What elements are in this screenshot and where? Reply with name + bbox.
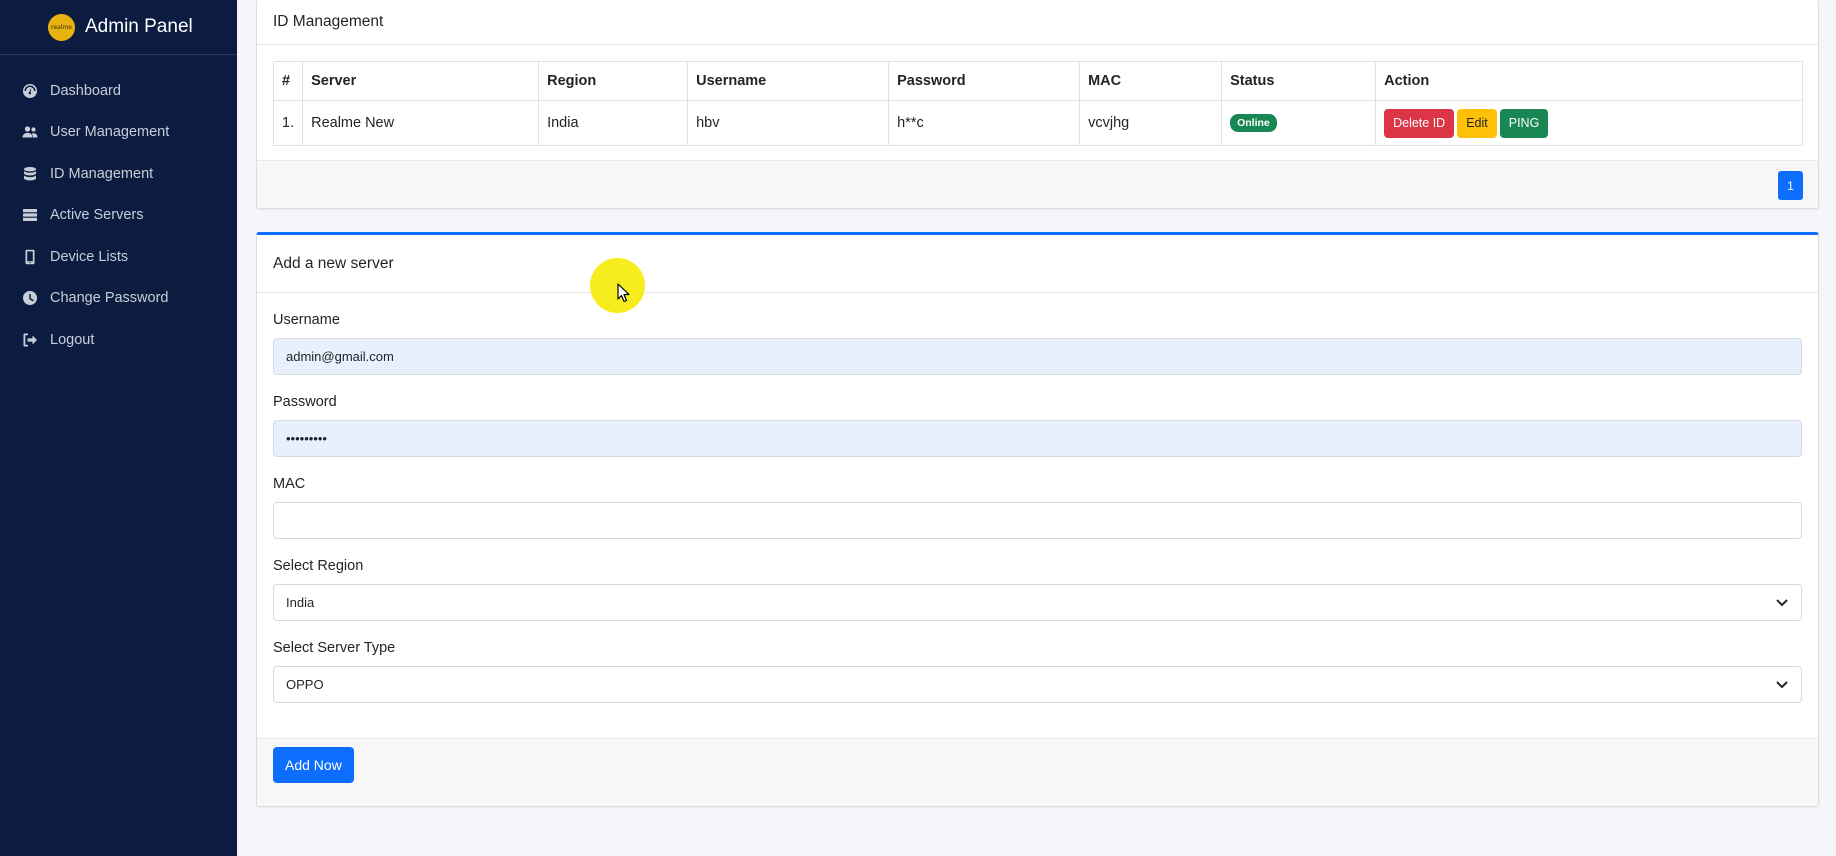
cell-status: Online [1221, 100, 1377, 146]
sidebar-item-label: Active Servers [50, 207, 144, 224]
sidebar-item-user-management[interactable]: User Management [0, 112, 237, 154]
server-type-select[interactable]: OPPO [273, 666, 1802, 703]
status-badge: Online [1230, 114, 1277, 132]
id-management-card: ID Management # Server Region Username P… [256, 0, 1819, 209]
server-icon [22, 207, 38, 223]
sidebar-item-label: Device Lists [50, 248, 129, 265]
username-input[interactable]: admin@gmail.com [273, 338, 1802, 375]
password-input[interactable]: ••••••••• [273, 420, 1802, 457]
sidebar-item-label: Change Password [50, 290, 169, 307]
pagination-page-1[interactable]: 1 [1778, 171, 1803, 200]
id-table-wrapper: # Server Region Username Password MAC St… [272, 61, 1803, 146]
table-row: 1. Realme New India hbv h**c vcvjhg Onli… [272, 100, 1803, 146]
server-type-select-value: OPPO [286, 677, 324, 692]
chevron-down-icon [1775, 595, 1789, 609]
column-header: Password [888, 61, 1081, 101]
sidebar-item-device-lists[interactable]: Device Lists [0, 236, 237, 278]
pagination-bar: 1 [257, 160, 1818, 208]
brand[interactable]: realme Admin Panel [0, 0, 237, 55]
region-select[interactable]: India [273, 584, 1802, 621]
id-table: # Server Region Username Password MAC St… [272, 61, 1803, 146]
cell-region: India [538, 100, 689, 146]
gauge-icon [22, 83, 38, 99]
sidebar-item-label: User Management [50, 124, 170, 141]
column-header: Region [538, 61, 689, 101]
sidebar-item-dashboard[interactable]: Dashboard [0, 70, 237, 112]
brand-title: Admin Panel [85, 16, 193, 37]
add-server-card: Add a new server Username admin@gmail.co… [256, 232, 1819, 807]
cell-server: Realme New [302, 100, 540, 146]
username-label: Username [273, 312, 340, 328]
add-server-title: Add a new server [257, 235, 1818, 293]
sidebar-item-change-password[interactable]: Change Password [0, 278, 237, 320]
cell-mac: vcvjhg [1079, 100, 1223, 146]
sidebar-item-active-servers[interactable]: Active Servers [0, 195, 237, 237]
column-header: Server [302, 61, 540, 101]
column-header: Status [1221, 61, 1377, 101]
clock-icon [22, 290, 38, 306]
mouse-cursor-icon [617, 283, 630, 303]
table-header-row: # Server Region Username Password MAC St… [272, 61, 1803, 101]
brand-logo: realme [48, 13, 75, 41]
id-management-title: ID Management [257, 0, 1818, 45]
edit-button[interactable]: Edit [1457, 108, 1497, 138]
add-now-button[interactable]: Add Now [273, 747, 354, 783]
cell-actions: Delete ID Edit PING [1375, 100, 1803, 146]
cell-num: 1. [272, 100, 304, 146]
sidebar: realme Admin Panel Dashboard User Manage… [0, 0, 237, 856]
sidebar-item-label: ID Management [50, 165, 154, 182]
users-icon [22, 124, 38, 140]
region-label: Select Region [273, 558, 364, 574]
password-label: Password [273, 394, 337, 410]
server-type-label: Select Server Type [273, 640, 396, 656]
sidebar-item-id-management[interactable]: ID Management [0, 153, 237, 195]
sidebar-nav: Dashboard User Management ID Management … [0, 70, 237, 361]
mac-label: MAC [273, 476, 306, 492]
ping-button[interactable]: PING [1499, 108, 1549, 138]
column-header: Username [687, 61, 890, 101]
add-server-form: Username admin@gmail.com Password ••••••… [257, 312, 1818, 703]
sidebar-item-label: Logout [50, 331, 95, 348]
mac-input[interactable] [273, 502, 1802, 539]
delete-id-button[interactable]: Delete ID [1384, 108, 1455, 138]
chevron-down-icon [1775, 677, 1789, 691]
cell-username: hbv [687, 100, 890, 146]
logout-icon [22, 332, 38, 348]
column-header: MAC [1079, 61, 1223, 101]
add-server-footer: Add Now [257, 738, 1818, 806]
database-icon [22, 166, 38, 182]
region-select-value: India [286, 595, 315, 610]
column-header: # [272, 61, 304, 101]
column-header: Action [1375, 61, 1803, 101]
cell-password: h**c [888, 100, 1081, 146]
sidebar-item-logout[interactable]: Logout [0, 319, 237, 361]
sidebar-item-label: Dashboard [50, 82, 121, 99]
mobile-icon [22, 249, 38, 265]
